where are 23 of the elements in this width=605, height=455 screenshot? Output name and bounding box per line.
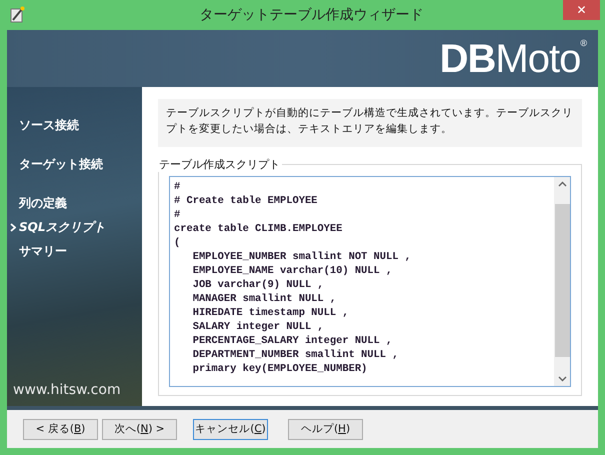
step-label: ソース接続 bbox=[19, 116, 79, 134]
scrollbar[interactable] bbox=[554, 177, 570, 386]
scroll-up-icon[interactable] bbox=[558, 181, 566, 187]
website-url: www.hitsw.com bbox=[12, 382, 122, 398]
wizard-button[interactable]: 次へ(N) > bbox=[102, 418, 177, 440]
script-text-area[interactable] bbox=[169, 176, 571, 387]
scroll-down-icon[interactable] bbox=[558, 376, 566, 382]
window-title: ターゲットテーブル作成ウィザード bbox=[200, 6, 424, 24]
wizard-button[interactable]: キャンセル(C) bbox=[193, 418, 268, 440]
wizard-button[interactable]: < 戻る(B) bbox=[23, 418, 98, 440]
chevron-icon bbox=[10, 222, 16, 232]
close-button[interactable]: ✕ bbox=[563, 0, 600, 20]
script-text: # # Create table EMPLOYEE # create table CLIMB.EMPLOYEE ( EMPLOYEE_NUMBER smallint NOT NULL , EMPLOYEE_NAME varchar(10) NULL , JOB varchar(9) NULL , MANAGER smallint NULL , HIREDATE timestamp NULL , SALARY integer NULL , PERCENTAGE_SALARY integer NULL , DEPARTMENT_NUMBER smallint NULL , primary key(EMPLOYEE_NUMBER) bbox=[173, 180, 412, 377]
logo: DBMoto$^{®}$ bbox=[440, 38, 586, 78]
step-label: サマリー bbox=[19, 242, 67, 260]
scrollbar-thumb[interactable] bbox=[554, 204, 570, 357]
step-label: ターゲット接続 bbox=[19, 156, 103, 172]
info-text: テーブルスクリプトが自動的にテーブル構造で生成されています。テーブルスクリプトを変更したい場合は、テキストエリアを編集します。 bbox=[158, 99, 582, 147]
group-title: テーブル作成スクリプト bbox=[158, 157, 281, 172]
wand-icon bbox=[9, 6, 25, 24]
wizard-button[interactable]: ヘルプ(H) bbox=[288, 418, 363, 440]
step-label: 列の定義 bbox=[19, 194, 67, 212]
step-label: SQLスクリプト bbox=[19, 218, 106, 236]
